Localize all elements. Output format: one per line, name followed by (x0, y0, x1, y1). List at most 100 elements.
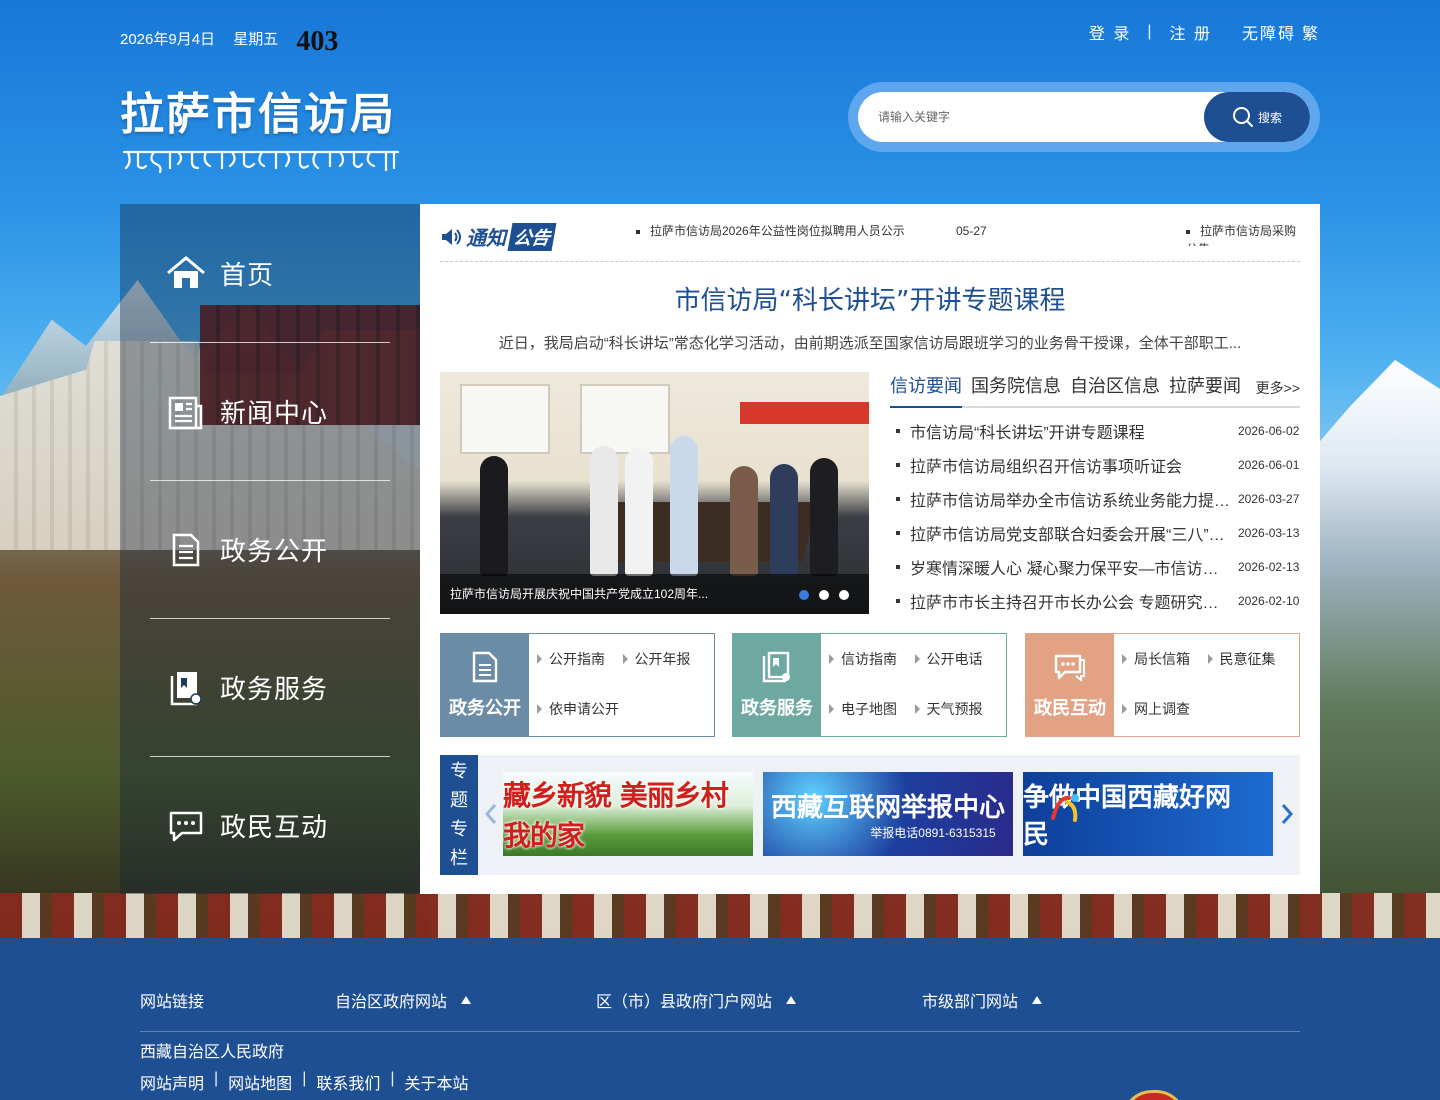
slide-dot[interactable] (839, 590, 849, 600)
gov-service-header[interactable]: 政务服务 (733, 634, 821, 736)
list-item: 拉萨市信访局举办全市信访系统业务能力提升培训班 2026-03-27 (890, 482, 1300, 516)
slide-person (625, 448, 653, 576)
news-title[interactable]: 拉萨市信访局组织召开信访事项听证会 (910, 453, 1232, 477)
news-date: 2026-06-02 (1238, 424, 1300, 438)
gov-open-header[interactable]: 政务公开 (441, 634, 529, 736)
notice-item[interactable]: 拉萨市信访局采购公告 (1186, 222, 1306, 246)
link-about-site[interactable]: 关于本站 (405, 1070, 469, 1094)
traditional-chinese-link[interactable]: 繁 (1302, 20, 1320, 44)
region-gov-link[interactable]: 西藏自治区人民政府 (140, 1038, 284, 1062)
link-electronic-map[interactable]: 电子地图 (829, 684, 915, 734)
slide-red-banner (740, 402, 869, 424)
notice-item-date: 05-27 (956, 224, 987, 238)
tab-region-info[interactable]: 自治区信息 (1070, 368, 1160, 406)
notice-label-2: 公告 (507, 222, 557, 251)
news-date: 2026-03-27 (1238, 492, 1300, 506)
service-icon (762, 651, 790, 683)
interaction-links: 局长信箱 民意征集 网上调查 (1114, 634, 1299, 736)
region-sites-dropdown[interactable]: 自治区政府网站 (335, 988, 472, 1012)
news-date: 2026-03-13 (1238, 526, 1300, 540)
news-tabs: 信访要闻 国务院信息 自治区信息 拉萨要闻 更多>> (890, 368, 1300, 408)
list-item: 岁寒情深暖人心 凝心聚力保平安—市信访局开展走访慰问 2026-02-13 (890, 550, 1300, 584)
news-title[interactable]: 拉萨市市长主持召开市长办公会 专题研究部署信访工作 (910, 589, 1232, 613)
search-input[interactable] (878, 110, 1178, 124)
top-separator: | (1147, 23, 1154, 40)
gov-emblem-icon (1122, 1090, 1186, 1100)
chat-icon (166, 806, 206, 846)
sidebar-item-interaction[interactable]: 政民互动 (150, 756, 390, 894)
tab-lhasa-news[interactable]: 拉萨要闻 (1169, 368, 1241, 406)
footer-separator: | (302, 1070, 307, 1087)
site-logo[interactable]: 拉萨市信访局 (120, 78, 402, 174)
news-date: 2026-06-01 (1238, 458, 1300, 472)
chevron-left-icon[interactable] (484, 803, 498, 831)
current-weekday: 星期五 (233, 31, 279, 48)
date-bar: 2026年9月4日 星期五 403 (120, 26, 352, 58)
link-online-survey[interactable]: 网上调查 (1122, 684, 1208, 734)
tab-state-council[interactable]: 国务院信息 (971, 368, 1061, 406)
link-petition-guide[interactable]: 信访指南 (829, 634, 915, 684)
news-title[interactable]: 市信访局“科长讲坛”开讲专题课程 (910, 419, 1232, 443)
link-site-statement[interactable]: 网站声明 (140, 1070, 204, 1094)
slide-dot[interactable] (819, 590, 829, 600)
link-open-on-request[interactable]: 依申请公开 (537, 684, 623, 734)
link-open-guide[interactable]: 公开指南 (537, 634, 623, 684)
news-title[interactable]: 拉萨市信访局党支部联合妇委会开展“三八”妇女节活动 (910, 521, 1232, 545)
sidebar-item-home[interactable]: 首页 (150, 204, 390, 342)
notice-label-1: 通知 (466, 228, 506, 250)
link-opinion-collection[interactable]: 民意征集 (1208, 634, 1294, 684)
search-button[interactable]: 搜索 (1204, 92, 1310, 142)
slide-person (770, 464, 798, 576)
bullet (896, 565, 900, 569)
news-title[interactable]: 岁寒情深暖人心 凝心聚力保平安—市信访局开展走访慰问 (910, 555, 1232, 579)
interaction-header[interactable]: 政民互动 (1026, 634, 1114, 736)
site-links-label: 网站链接 (140, 988, 204, 1012)
footer-separator: | (214, 1070, 219, 1087)
banner-report-center[interactable]: 西藏互联网举报中心 举报电话0891-6315315 (763, 772, 1013, 856)
link-contact-us[interactable]: 联系我们 (316, 1070, 380, 1094)
photo-slideshow[interactable]: 拉萨市信访局开展庆祝中国共产党成立102周年... (440, 372, 869, 614)
special-label-char: 题 (450, 790, 468, 810)
link-open-annual-report[interactable]: 公开年报 (623, 634, 709, 684)
county-sites-dropdown[interactable]: 区（市）县政府门户网站 (596, 988, 797, 1012)
sidebar-item-gov-service[interactable]: 政务服务 (150, 618, 390, 756)
document-icon (166, 530, 206, 570)
slide-person (670, 436, 698, 576)
city-dept-sites-dropdown[interactable]: 市级部门网站 (922, 988, 1043, 1012)
link-director-mailbox[interactable]: 局长信箱 (1122, 634, 1208, 684)
tab-petition-news[interactable]: 信访要闻 (890, 368, 962, 408)
login-link[interactable]: 登 录 (1089, 20, 1131, 44)
interaction-box: 政民互动 局长信箱 民意征集 网上调查 (1025, 633, 1300, 737)
notice-item-title: 拉萨市信访局采购公告 (1186, 224, 1297, 246)
bullet (896, 463, 900, 467)
sidebar-item-news[interactable]: 新闻中心 (150, 342, 390, 480)
notice-item[interactable]: 拉萨市信访局2026年公益性岗位拟聘用人员公示 (636, 222, 936, 246)
dropdown-label: 自治区政府网站 (335, 994, 448, 1011)
sidebar-item-gov-open[interactable]: 政务公开 (150, 480, 390, 618)
register-link[interactable]: 注 册 (1170, 20, 1212, 44)
special-label-char: 专 (450, 761, 468, 781)
link-site-map[interactable]: 网站地图 (228, 1070, 292, 1094)
triangle-up-icon (1032, 996, 1043, 1004)
gov-service-title: 政务服务 (741, 698, 813, 719)
link-public-phone[interactable]: 公开电话 (915, 634, 1001, 684)
gov-service-box: 政务服务 信访指南 公开电话 电子地图 天气预报 (732, 633, 1007, 737)
banner-beautiful-village[interactable]: 藏乡新貌 美丽乡村我的家 (503, 772, 753, 856)
banner-good-netizen[interactable]: 争做中国西藏好网民 (1023, 772, 1273, 856)
link-weather[interactable]: 天气预报 (915, 684, 1001, 734)
top-links: 登 录 | 注 册 无障碍 繁 (1089, 20, 1320, 44)
slide-person (480, 456, 508, 576)
search-icon (1232, 107, 1253, 127)
news-title[interactable]: 拉萨市信访局举办全市信访系统业务能力提升培训班 (910, 487, 1232, 511)
headline-title[interactable]: 市信访局“科长讲坛”开讲专题课程 (420, 280, 1320, 317)
slide-dot[interactable] (799, 590, 809, 600)
chevron-right-icon[interactable] (1280, 803, 1294, 831)
banner-phone: 举报电话0891-6315315 (870, 826, 996, 840)
visit-counter: 403 (296, 26, 339, 57)
news-list: 市信访局“科长讲坛”开讲专题课程 2026-06-02 拉萨市信访局组织召开信访事… (890, 414, 1300, 618)
footer-label: 网站链接 (140, 994, 205, 1011)
more-link[interactable]: 更多>> (1256, 378, 1300, 398)
accessibility-link[interactable]: 无障碍 (1242, 20, 1296, 44)
search-box: 搜索 (848, 82, 1320, 152)
slide-person (810, 458, 838, 576)
